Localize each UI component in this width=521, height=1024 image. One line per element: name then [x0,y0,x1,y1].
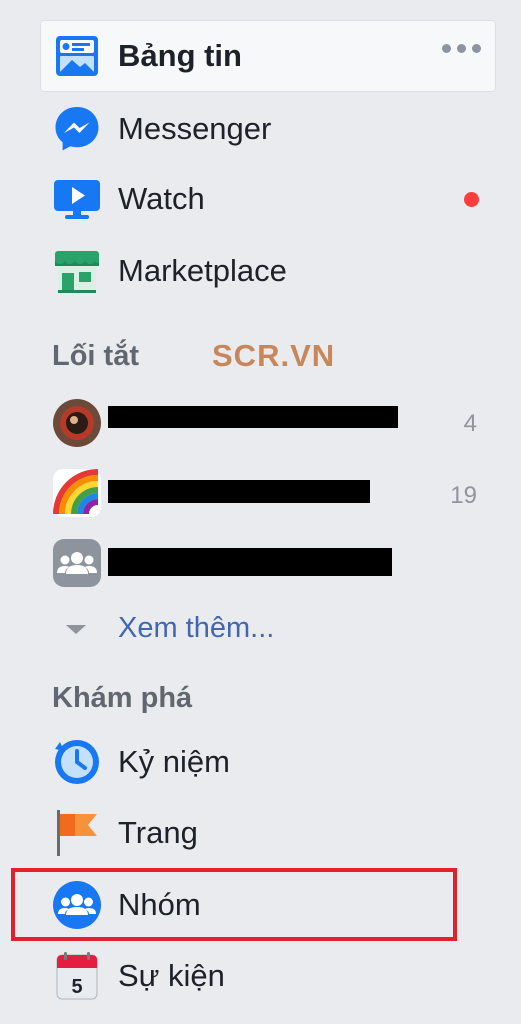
see-more-link[interactable]: Xem thêm... [118,612,274,645]
nav-events[interactable]: 5 Sự kiện [0,945,521,1007]
nav-pages[interactable]: Trang [0,802,521,864]
explore-heading: Khám phá [52,682,193,714]
nav-news-feed[interactable]: Bảng tin [0,25,521,87]
shortcut-item[interactable]: 19 [0,462,521,524]
marketplace-icon [52,246,102,296]
nav-pages-label: Trang [118,815,198,850]
notification-dot [464,192,479,207]
redacted-label [108,548,392,576]
rainbow-icon [52,468,102,518]
calendar-icon: 5 [52,951,102,1001]
profile-avatar [52,398,102,448]
messenger-icon [52,104,102,154]
highlight-box [11,868,457,941]
flag-icon [52,808,102,858]
shortcut-item[interactable] [0,532,521,594]
nav-messenger[interactable]: Messenger [0,98,521,160]
memories-icon [52,737,102,787]
nav-memories[interactable]: Kỷ niệm [0,731,521,793]
shortcuts-heading: Lối tắt [52,340,139,372]
watch-icon [52,174,102,224]
nav-messenger-label: Messenger [118,111,272,146]
shortcut-count: 4 [463,410,477,437]
redacted-label [108,480,370,503]
chevron-down-icon [66,625,86,634]
nav-watch-label: Watch [118,181,205,216]
nav-news-feed-label: Bảng tin [118,38,242,73]
news-feed-icon [52,31,102,81]
redacted-label [108,406,398,428]
more-options-icon[interactable] [442,44,481,53]
shortcut-count: 19 [450,482,477,509]
watermark: SCR.VN [212,338,336,373]
nav-marketplace[interactable]: Marketplace [0,240,521,302]
group-icon [52,538,102,588]
nav-events-label: Sự kiện [118,958,225,993]
nav-watch[interactable]: Watch [0,168,521,230]
nav-memories-label: Kỷ niệm [118,744,230,779]
shortcut-item[interactable]: 4 [0,392,521,454]
nav-marketplace-label: Marketplace [118,253,287,288]
calendar-day: 5 [71,976,82,998]
